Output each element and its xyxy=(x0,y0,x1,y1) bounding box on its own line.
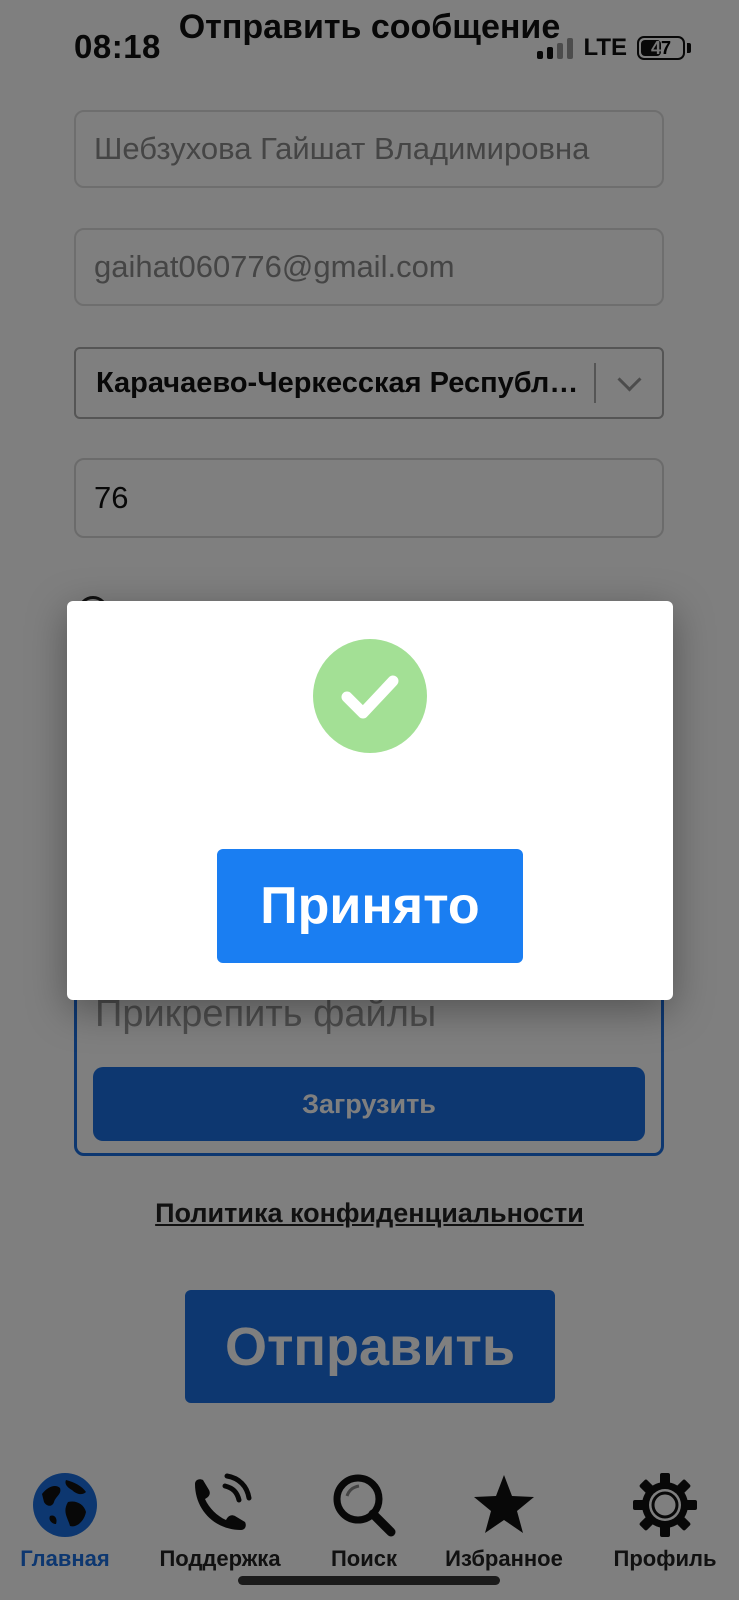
success-indicator xyxy=(313,639,427,753)
accept-button[interactable]: Принято xyxy=(217,849,523,963)
success-dialog: Принято xyxy=(67,601,673,1000)
checkmark-icon xyxy=(341,675,399,719)
home-indicator[interactable] xyxy=(238,1576,500,1585)
